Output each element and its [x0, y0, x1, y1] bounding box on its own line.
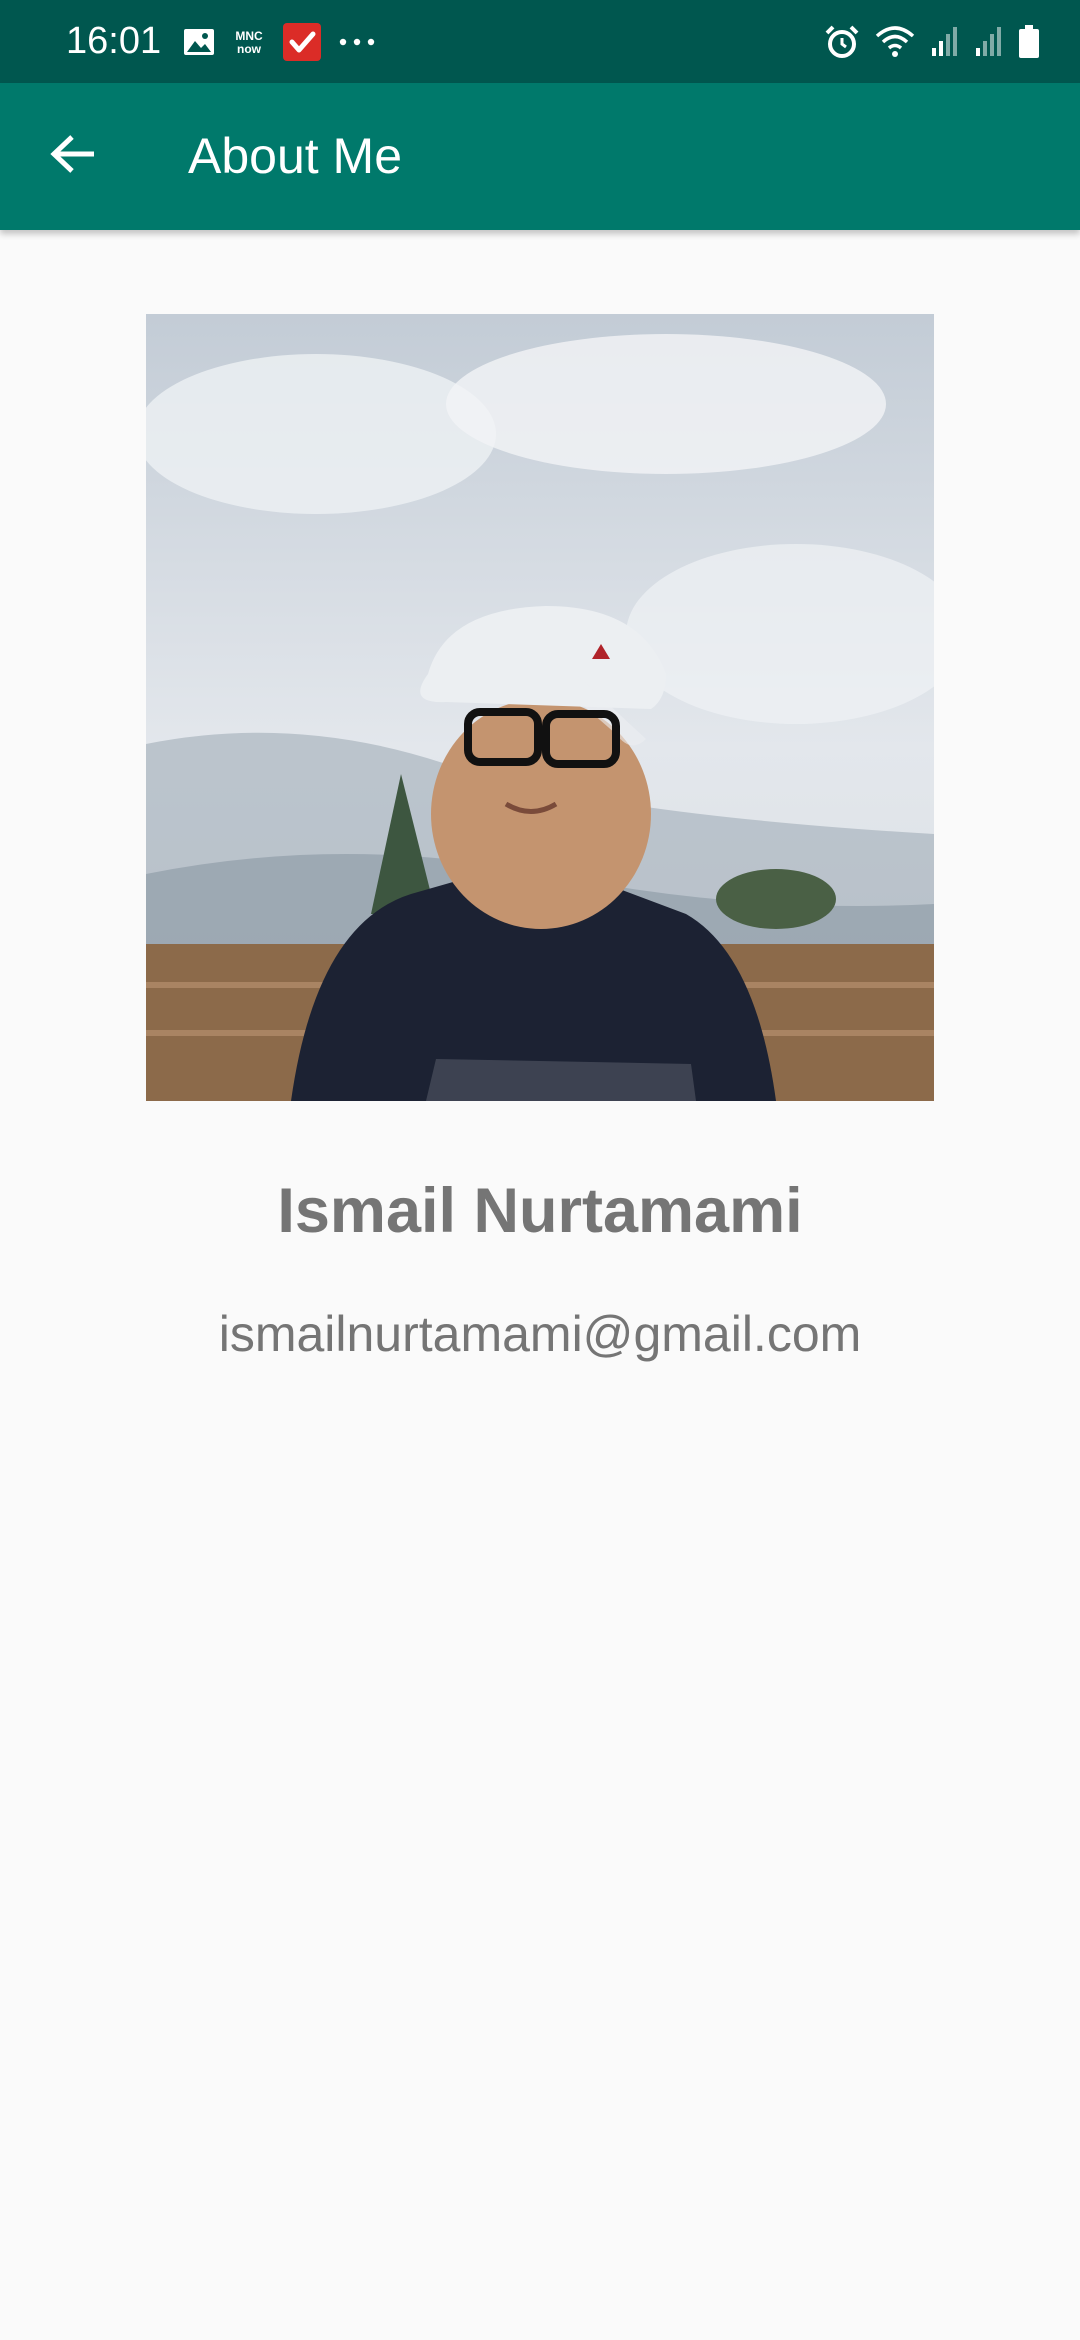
app-bar: About Me — [0, 83, 1080, 230]
mnc-now-icon: MNC now — [231, 27, 267, 57]
status-bar: 16:01 MNC now — [0, 0, 1080, 83]
svg-text:now: now — [237, 42, 262, 56]
svg-text:MNC: MNC — [235, 29, 263, 43]
profile-email: ismailnurtamami@gmail.com — [218, 1306, 862, 1362]
arrow-left-icon — [50, 134, 96, 179]
signal-icon — [930, 26, 960, 58]
status-time: 16:01 — [66, 20, 162, 62]
more-dots-icon — [337, 37, 377, 47]
status-left-group: 16:01 MNC now — [66, 0, 393, 83]
back-button[interactable] — [38, 121, 108, 191]
profile-photo — [146, 314, 934, 1101]
alarm-icon — [824, 24, 860, 60]
about-content: Ismail Nurtamami ismailnurtamami@gmail.c… — [0, 230, 1080, 2340]
todoist-icon — [283, 22, 322, 61]
status-right-group — [810, 0, 1040, 83]
battery-icon — [1018, 24, 1040, 59]
wifi-icon — [874, 24, 916, 60]
profile-name: Ismail Nurtamami — [277, 1176, 803, 1246]
page-title: About Me — [188, 128, 403, 184]
signal-icon — [974, 26, 1004, 58]
gallery-icon — [183, 27, 215, 57]
